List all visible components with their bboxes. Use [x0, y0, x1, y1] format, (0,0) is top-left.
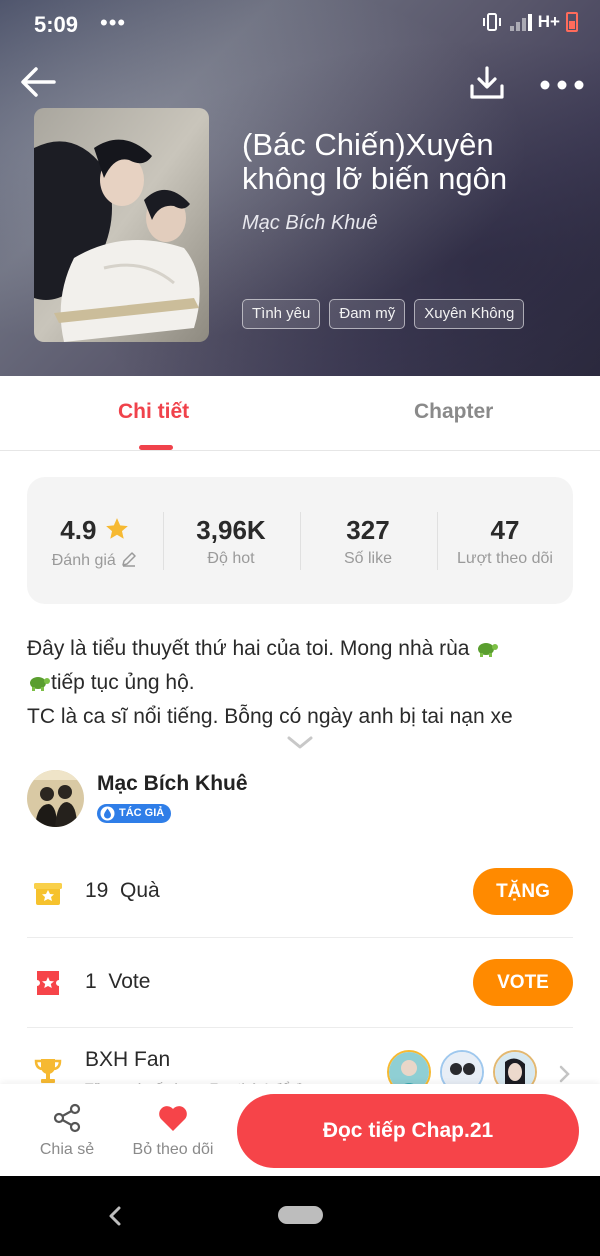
system-back-icon[interactable]	[106, 1204, 124, 1228]
download-icon[interactable]	[468, 64, 506, 102]
vote-row: 1 Vote VOTE	[27, 938, 573, 1028]
hot-value: 3,96K	[196, 515, 266, 545]
book-header: 5:09 ••• H+ (Bác Chiến)Xuyên không lỡ bi…	[0, 0, 600, 376]
tab-detail[interactable]: Chi tiết	[118, 400, 189, 424]
likes-label: Số like	[343, 550, 393, 567]
book-description[interactable]: Đây là tiểu thuyết thứ hai của toi. Mong…	[27, 632, 587, 734]
unfollow-label: Bỏ theo dõi	[132, 1141, 214, 1158]
vote-ticket-icon	[37, 971, 59, 995]
unfollow-button[interactable]: Bỏ theo dõi	[128, 1084, 218, 1176]
author-drop-icon	[100, 806, 115, 821]
book-cover-image	[34, 108, 209, 342]
turtle-emoji-icon	[30, 677, 50, 691]
signal-icon	[508, 13, 532, 31]
share-button[interactable]: Chia sẻ	[22, 1084, 112, 1176]
stat-likes: 327 Số like	[300, 477, 436, 604]
heart-icon	[159, 1106, 187, 1131]
vote-button[interactable]: VOTE	[473, 959, 573, 1006]
gift-icon	[34, 883, 62, 905]
status-bar: 5:09 ••• H+	[0, 0, 600, 50]
edit-pencil-icon	[122, 552, 136, 567]
battery-icon	[566, 12, 578, 32]
vibrate-icon	[482, 13, 501, 31]
give-gift-button[interactable]: TẶNG	[473, 868, 573, 915]
stat-rating[interactable]: 4.9 Đánh giá	[27, 477, 163, 604]
share-icon	[53, 1103, 81, 1133]
system-navigation-bar	[0, 1176, 600, 1256]
stat-hot: 3,96K Độ hot	[163, 477, 299, 604]
continue-reading-button[interactable]: Đọc tiếp Chap.21	[237, 1094, 579, 1168]
tag-love[interactable]: Tình yêu	[242, 299, 321, 329]
gift-row: 19 Quà TẶNG	[27, 847, 573, 937]
fan-ranking-title: BXH Fan	[85, 1048, 171, 1071]
author-name[interactable]: Mạc Bích Khuê	[97, 772, 248, 796]
tag-time-travel[interactable]: Xuyên Không	[414, 299, 525, 329]
network-type: H+	[537, 12, 560, 31]
trophy-icon	[34, 1059, 62, 1083]
chevron-right-icon	[559, 1065, 570, 1083]
active-tab-indicator	[139, 445, 173, 450]
vote-count: 1 Vote	[85, 970, 151, 993]
share-label: Chia sẻ	[39, 1141, 95, 1158]
stats-card: 4.9 Đánh giá 3,96K Độ hot 327 Số like 47…	[27, 477, 573, 604]
rating-value: 4.9	[27, 515, 163, 546]
tab-bar: Chi tiết Chapter	[0, 376, 600, 451]
author-avatar[interactable]	[27, 770, 84, 827]
turtle-emoji-icon	[478, 643, 499, 657]
status-time: 5:09	[34, 12, 79, 37]
tag-danmei[interactable]: Đam mỹ	[329, 299, 406, 329]
star-icon	[105, 518, 128, 539]
rating-label: Đánh giá	[27, 550, 163, 570]
expand-chevron-down-icon[interactable]	[286, 735, 314, 751]
genre-tags: Tình yêu Đam mỹ Xuyên Không	[242, 299, 525, 329]
more-options-icon[interactable]	[538, 70, 586, 100]
gift-count: 19 Quà	[85, 879, 160, 902]
back-arrow-icon[interactable]	[18, 62, 58, 102]
followers-label: Lượt theo dõi	[457, 550, 553, 567]
stat-followers: 47 Lượt theo dõi	[437, 477, 573, 604]
status-icons: H+	[482, 12, 578, 32]
status-notification-dots: •••	[100, 10, 127, 35]
hot-label: Độ hot	[207, 550, 255, 567]
bottom-action-bar: Chia sẻ Bỏ theo dõi Đọc tiếp Chap.21	[0, 1084, 600, 1176]
followers-value: 47	[490, 515, 520, 545]
author-badge: TÁC GIẢ	[97, 804, 172, 823]
tab-chapter[interactable]: Chapter	[414, 400, 493, 424]
likes-value: 327	[346, 515, 390, 545]
book-title: (Bác Chiến)Xuyên không lỡ biến ngôn	[242, 127, 508, 196]
book-author[interactable]: Mạc Bích Khuê	[242, 212, 378, 235]
system-home-pill[interactable]	[278, 1206, 323, 1224]
